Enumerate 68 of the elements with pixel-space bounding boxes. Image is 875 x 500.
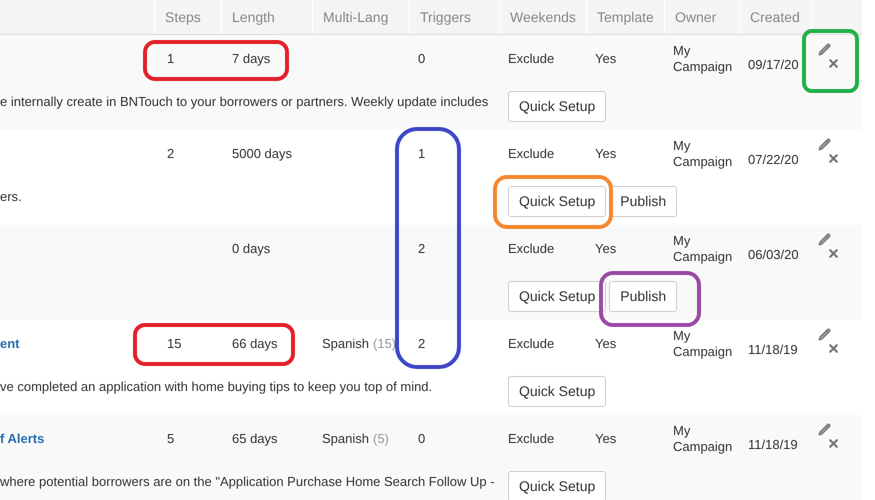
weekends-cell-text: Exclude [508,144,554,163]
column-header: Length [232,8,275,27]
campaign-description: ers. [0,189,22,204]
column-header: Multi-Lang [323,8,388,27]
column-header: Created [750,8,800,26]
triggers-cell-text: 0 [418,430,426,448]
weekends-cell-text: Exclude [508,334,554,353]
campaign-description: e internally create in BNTouch to your borrowers or partners. Weekly update includes [0,94,488,109]
campaign-description: where potential borrowers are on the "Application Purchase Home Search Follow Up - [0,474,495,489]
triggers-cell-text: 1 [418,144,426,163]
language-count: (5) [372,430,389,448]
owner-cell-text: My Campaign [673,328,734,360]
template-cell-text: Yes [595,144,616,163]
length-cell-text: 7 days [232,50,270,68]
campaign-link[interactable]: f Alerts [0,428,44,448]
triggers-cell-text: 0 [418,50,426,68]
edit-icon[interactable] [818,43,831,56]
edit-icon[interactable] [818,423,831,436]
column-header: Weekends [510,8,576,26]
delete-icon[interactable] [827,152,840,165]
quick-setup-button[interactable]: Quick Setup [508,376,606,407]
weekends-cell-text: Exclude [508,240,554,258]
publish-button[interactable]: Publish [609,281,678,312]
owner-cell-text: My Campaign [673,232,734,264]
triggers-cell-text: 2 [418,240,426,258]
weekends-cell-text: Exclude [508,50,554,68]
created-cell-text: 09/17/20 [748,56,799,74]
owner-cell-text: My Campaign [673,138,734,170]
created-cell-text: 07/22/20 [748,150,799,169]
created-cell-text: 06/03/20 [748,246,799,264]
delete-icon[interactable] [827,247,840,260]
delete-icon[interactable] [827,437,840,450]
length-cell-text: 0 days [232,240,270,258]
steps-cell-text: 5 [167,430,174,448]
delete-icon[interactable] [827,342,840,355]
triggers-cell-text: 2 [418,334,426,353]
owner-cell-text: My Campaign [673,42,734,74]
edit-icon[interactable] [818,138,831,151]
steps-cell-text: 1 [167,50,174,68]
language-label: Spanish [322,334,369,353]
template-cell-text: Yes [595,334,616,353]
column-header: Steps [165,8,201,27]
language-count: (15) [372,334,396,353]
quick-setup-button[interactable]: Quick Setup [508,186,606,217]
edit-icon[interactable] [818,233,831,246]
length-cell-text: 5000 days [232,144,292,163]
campaign-description: ve completed an application with home buying tips to keep you top of mind. [0,379,432,394]
edit-icon[interactable] [818,328,831,341]
quick-setup-button[interactable]: Quick Setup [508,281,606,312]
created-cell-text: 11/18/19 [748,340,798,359]
campaign-link[interactable]: ent [0,334,20,354]
quick-setup-button[interactable]: Quick Setup [508,91,606,122]
length-cell-text: 65 days [232,430,278,448]
steps-cell-text: 2 [167,144,174,163]
created-cell-text: 11/18/19 [748,436,798,454]
quick-setup-button[interactable]: Quick Setup [508,471,606,500]
template-cell-text: Yes [595,50,616,68]
language-label: Spanish [322,430,369,448]
steps-cell-text: 15 [167,334,182,353]
template-cell-text: Yes [595,430,616,448]
template-cell-text: Yes [595,240,616,258]
column-header: Triggers [420,8,471,27]
owner-cell-text: My Campaign [673,422,734,454]
weekends-cell-text: Exclude [508,430,554,448]
delete-icon[interactable] [827,57,840,70]
length-cell-text: 66 days [232,334,278,353]
column-header: Owner [675,8,716,26]
column-header: Template [597,8,654,27]
